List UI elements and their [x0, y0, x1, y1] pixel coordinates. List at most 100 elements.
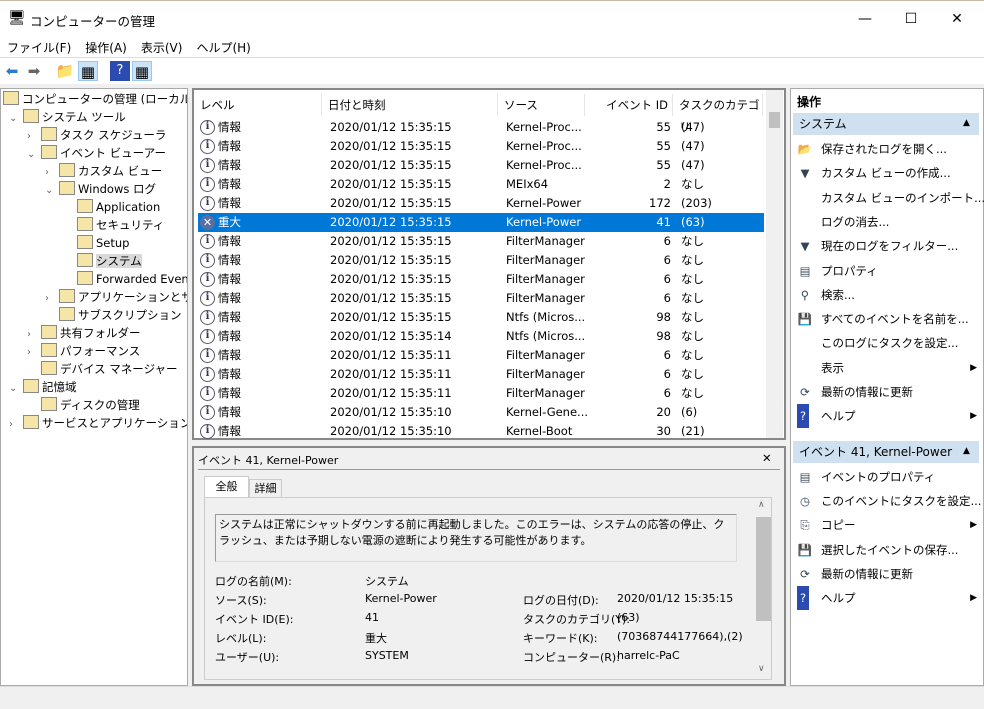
action-label: 最新の情報に更新 — [821, 566, 913, 581]
detail-close-button[interactable]: ✕ — [762, 451, 772, 465]
table-row[interactable]: i 情報 2020/01/12 15:35:15 Ntfs (Micros... 98 な… — [198, 308, 764, 327]
tree-node-icon — [59, 163, 75, 177]
table-row[interactable]: i 情報 2020/01/12 15:35:10 Kernel-Gene... 20 (6… — [198, 403, 764, 422]
event-list-scrollbar[interactable] — [766, 90, 783, 438]
action-item[interactable]: ▼ カスタム ビューの作成... — [797, 161, 977, 185]
tree-item[interactable]: サブスクリプション — [45, 306, 182, 324]
action-item[interactable]: このログにタスクを設定... — [797, 331, 977, 355]
menu-action[interactable]: 操作(A) — [78, 36, 134, 56]
menu-view[interactable]: 表示(V) — [134, 36, 190, 56]
table-row[interactable]: i 情報 2020/01/12 15:35:15 Kernel-Proc... 55 (4… — [198, 137, 764, 156]
tree-item[interactable]: › 共有フォルダー — [27, 324, 141, 342]
tree-item[interactable]: › カスタム ビュー — [45, 162, 162, 180]
tree-item[interactable]: Setup — [63, 234, 129, 252]
column-event-id[interactable]: イベント ID — [585, 94, 673, 116]
tree-item[interactable]: システム — [63, 252, 142, 270]
tree-item[interactable]: セキュリティ — [63, 216, 164, 234]
tree-item[interactable]: ⌄ Windows ログ — [45, 180, 156, 198]
tree-item[interactable]: ⌄ システム ツール — [9, 108, 126, 126]
table-cell: 2020/01/12 15:35:15 — [330, 120, 452, 134]
table-row[interactable]: i 情報 2020/01/12 15:35:15 Kernel-Power 172 (20… — [198, 194, 764, 213]
table-row[interactable]: i 情報 2020/01/12 15:35:15 Kernel-Proc... 55 (4… — [198, 118, 764, 137]
tree-item[interactable]: Forwarded Events — [63, 270, 187, 288]
table-row[interactable]: i 情報 2020/01/12 15:35:11 FilterManager 6 なし — [198, 365, 764, 384]
tree-item[interactable]: › サービスとアプリケーション — [9, 414, 187, 434]
collapse-triangle-icon[interactable]: ▲ — [963, 446, 970, 456]
scrollbar-thumb[interactable] — [769, 112, 780, 128]
action-icon: ▼ — [800, 239, 810, 254]
event-detail-pane: イベント 41, Kernel-Power ✕ 全般 詳細 システムは正常にシャ… — [192, 446, 786, 686]
table-row[interactable]: i 情報 2020/01/12 15:35:10 Kernel-Boot 30 (21) — [198, 422, 764, 441]
back-icon[interactable]: ⬅ — [2, 61, 22, 81]
tree-item[interactable]: デバイス マネージャー — [27, 360, 178, 378]
table-row[interactable]: i 情報 2020/01/12 15:35:11 FilterManager 6 なし — [198, 384, 764, 403]
forward-icon[interactable]: ➡ — [24, 61, 44, 81]
table-cell: (203) — [681, 196, 712, 210]
detail-scrollbar-thumb[interactable] — [756, 517, 771, 621]
column-source[interactable]: ソース — [498, 94, 585, 116]
action-item[interactable]: ▤ プロパティ — [797, 259, 977, 283]
table-row[interactable]: ✕ 重大 2020/01/12 15:35:15 Kernel-Power 41 (63) — [198, 213, 764, 232]
menu-help[interactable]: ヘルプ(H) — [189, 36, 257, 56]
tree-item[interactable]: ディスクの管理 — [27, 396, 140, 414]
action-item[interactable]: カスタム ビューのインポート... — [797, 186, 984, 210]
table-cell: 2020/01/12 15:35:15 — [330, 234, 452, 248]
up-folder-icon[interactable]: 📁 — [55, 61, 75, 81]
tree-item[interactable]: Application — [63, 198, 160, 216]
table-row[interactable]: i 情報 2020/01/12 15:35:15 FilterManager 6 なし — [198, 289, 764, 308]
action-item[interactable]: ◷ このイベントにタスクを設定... — [797, 489, 982, 513]
close-button[interactable]: ✕ — [934, 5, 980, 33]
action-item[interactable]: 表示 ▶ — [797, 356, 977, 380]
table-cell: 172 — [649, 196, 671, 210]
expand-chevron-icon[interactable]: ⌄ — [45, 182, 59, 200]
action-section-header[interactable]: イベント 41, Kernel-Power — [793, 440, 979, 463]
tree-item[interactable]: ›アプリケーションとサービス ログ — [45, 288, 187, 306]
table-row[interactable]: i 情報 2020/01/12 15:35:15 MEIx64 2 なし — [198, 175, 764, 194]
table-row[interactable]: i 情報 2020/01/12 15:35:15 FilterManager 6 なし — [198, 251, 764, 270]
action-item[interactable]: ? ヘルプ ▶ — [797, 404, 977, 429]
tree-item[interactable]: ⌄ 記憶域 — [9, 378, 77, 396]
column-task-category[interactable]: タスクのカテゴリ — [673, 94, 763, 134]
action-item[interactable]: ▼ 現在のログをフィルター... — [797, 234, 977, 258]
table-cell: 2020/01/12 15:35:15 — [330, 253, 452, 267]
detail-scrollbar[interactable]: ∧ ∨ — [755, 498, 771, 679]
tree-item[interactable]: › タスク スケジューラ — [27, 126, 166, 144]
tab-details[interactable]: 詳細 — [249, 479, 282, 498]
action-item[interactable]: ログの消去... — [797, 210, 977, 234]
table-row[interactable]: i 情報 2020/01/12 15:35:15 Kernel-Proc... 55 (4… — [198, 156, 764, 175]
action-item[interactable]: 💾 選択したイベントの保存... — [797, 538, 977, 562]
tree-item[interactable]: コンピューターの管理 (ローカル) — [3, 90, 187, 108]
action-section-header[interactable]: システム — [793, 113, 979, 135]
minimize-button[interactable]: — — [842, 5, 888, 33]
maximize-button[interactable]: ☐ — [888, 5, 934, 33]
action-item[interactable]: 💾 すべてのイベントを名前を... — [797, 307, 977, 331]
action-item[interactable]: ⟳ 最新の情報に更新 — [797, 562, 977, 586]
table-row[interactable]: i 情報 2020/01/12 15:35:15 FilterManager 6 なし — [198, 270, 764, 289]
show-hide-action-pane-icon[interactable]: ▦ — [132, 61, 152, 81]
tree-item[interactable]: › パフォーマンス — [27, 342, 140, 360]
column-level[interactable]: レベル — [194, 94, 322, 116]
expand-chevron-icon[interactable]: ⌄ — [27, 146, 41, 164]
collapse-triangle-icon[interactable]: ▲ — [963, 118, 970, 128]
menu-file[interactable]: ファイル(F) — [0, 36, 78, 56]
table-cell: 98 — [656, 310, 671, 324]
expand-chevron-icon[interactable]: ⌄ — [9, 380, 23, 398]
action-item[interactable]: ⚲ 検索... — [797, 283, 977, 307]
action-item[interactable]: ⟳ 最新の情報に更新 — [797, 380, 977, 404]
table-row[interactable]: i 情報 2020/01/12 15:35:14 Ntfs (Micros... 98 な… — [198, 327, 764, 346]
tree-item[interactable]: ⌄ イベント ビューアー — [27, 144, 166, 162]
table-row[interactable]: i 情報 2020/01/12 15:35:15 FilterManager 6 なし — [198, 232, 764, 251]
show-hide-tree-icon[interactable]: ▦ — [78, 61, 98, 81]
action-item[interactable]: ? ヘルプ ▶ — [797, 586, 977, 611]
help-icon[interactable]: ? — [110, 61, 130, 81]
action-item[interactable]: ⎘ コピー ▶ — [797, 513, 977, 537]
column-date-time[interactable]: 日付と時刻 — [322, 94, 498, 116]
tree-node-icon — [23, 379, 39, 393]
expand-chevron-icon[interactable]: › — [9, 416, 23, 434]
field-value: システム — [365, 575, 409, 588]
action-item[interactable]: ▤ イベントのプロパティ — [797, 465, 977, 489]
tab-general[interactable]: 全般 — [204, 476, 249, 498]
action-item[interactable]: 📂 保存されたログを開く... — [797, 137, 977, 161]
table-row[interactable]: i 情報 2020/01/12 15:35:11 FilterManager 6 なし — [198, 346, 764, 365]
expand-chevron-icon[interactable]: ⌄ — [9, 110, 23, 128]
